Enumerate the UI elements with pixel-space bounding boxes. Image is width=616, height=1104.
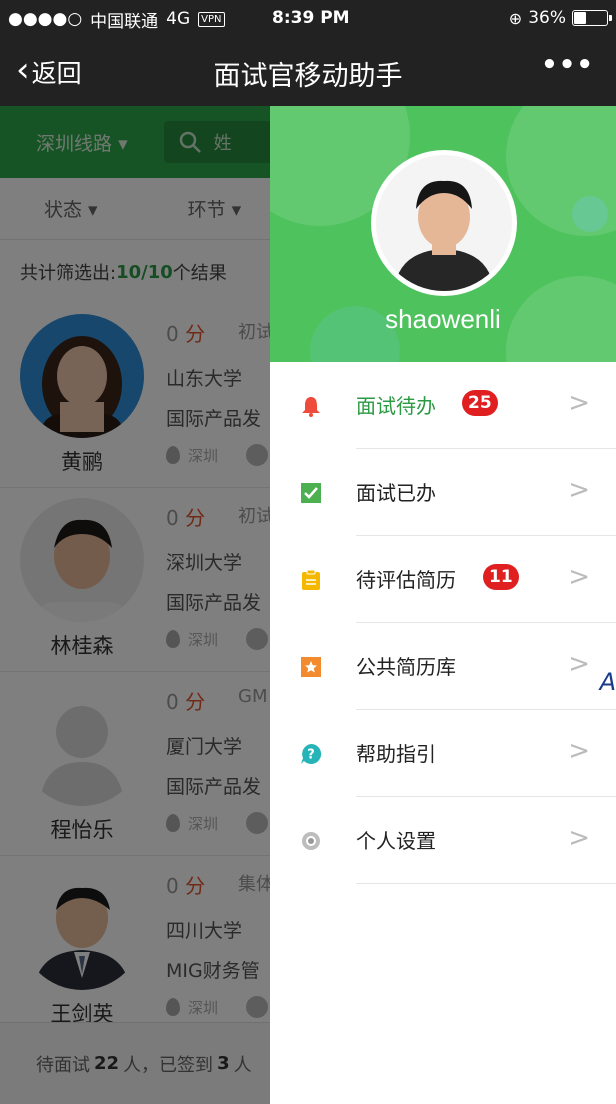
menu-item-label: 个人设置 xyxy=(356,829,436,853)
battery-icon xyxy=(572,10,612,26)
svg-text:?: ? xyxy=(307,748,315,763)
drawer-header: shaowenli xyxy=(270,106,616,362)
menu-item-resumes-to-evaluate[interactable]: 待评估简历 11 > xyxy=(270,536,616,623)
chevron-right-icon: > xyxy=(568,562,590,592)
notification-badge: 11 xyxy=(483,564,519,590)
nav-bar: ‹ 返回 面试官移动助手 ••• xyxy=(0,38,616,106)
chevron-right-icon: > xyxy=(568,388,590,418)
chevron-left-icon: ‹ xyxy=(16,50,30,90)
chevron-right-icon: > xyxy=(568,823,590,853)
chevron-right-icon: > xyxy=(568,649,590,679)
screen: ●●●●○ 中国联通 4G VPN 8:39 PM ⊕ 36% ‹ 返回 面试官… xyxy=(0,0,616,1104)
carrier-name: 中国联通 xyxy=(90,11,159,32)
network-type: 4G xyxy=(166,9,191,29)
menu-item-label: 待评估简历 xyxy=(356,568,456,592)
more-button[interactable]: ••• xyxy=(541,50,594,80)
menu-item-completed-interviews[interactable]: 面试已办 > xyxy=(270,449,616,536)
back-label: 返回 xyxy=(31,59,82,88)
side-drawer: shaowenli 面试待办 25 > 面试已办 > 待评估简历 11 > 公共… xyxy=(270,106,616,1104)
header-decoration xyxy=(572,196,608,232)
menu-item-pending-interviews[interactable]: 面试待办 25 > xyxy=(270,362,616,449)
chevron-right-icon: > xyxy=(568,475,590,505)
page-title: 面试官移动助手 xyxy=(213,61,403,92)
menu-item-label: 帮助指引 xyxy=(356,742,436,766)
battery-percent: 36% xyxy=(528,8,566,28)
divider xyxy=(356,883,616,884)
status-time: 8:39 PM xyxy=(272,8,350,28)
menu-item-help-guide[interactable]: ? 帮助指引 > xyxy=(270,710,616,797)
settings-icon xyxy=(302,832,320,850)
clipboard-icon xyxy=(302,569,320,590)
menu-item-public-resume-library[interactable]: 公共简历库 > xyxy=(270,623,616,710)
checkbox-checked-icon xyxy=(301,483,321,503)
notification-badge: 25 xyxy=(462,390,498,416)
battery-fill xyxy=(574,12,587,24)
menu-item-personal-settings[interactable]: 个人设置 > xyxy=(270,797,616,884)
bell-icon xyxy=(302,397,320,417)
back-button[interactable]: ‹ 返回 xyxy=(16,50,82,90)
orientation-lock-icon: ⊕ xyxy=(508,8,523,28)
menu-item-label: 公共简历库 xyxy=(356,655,456,679)
menu-item-label: 面试已办 xyxy=(356,481,436,505)
user-name: shaowenli xyxy=(385,304,501,334)
star-box-icon xyxy=(301,657,321,677)
user-avatar[interactable] xyxy=(371,150,517,296)
vpn-indicator: VPN xyxy=(198,11,225,27)
status-bar: ●●●●○ 中国联通 4G VPN 8:39 PM ⊕ 36% xyxy=(0,0,616,38)
chevron-right-icon: > xyxy=(568,736,590,766)
help-icon: ? xyxy=(301,743,322,764)
menu-item-label: 面试待办 xyxy=(356,394,436,418)
edge-glyph: A xyxy=(599,668,616,696)
signal-indicator: ●●●●○ xyxy=(8,9,83,29)
